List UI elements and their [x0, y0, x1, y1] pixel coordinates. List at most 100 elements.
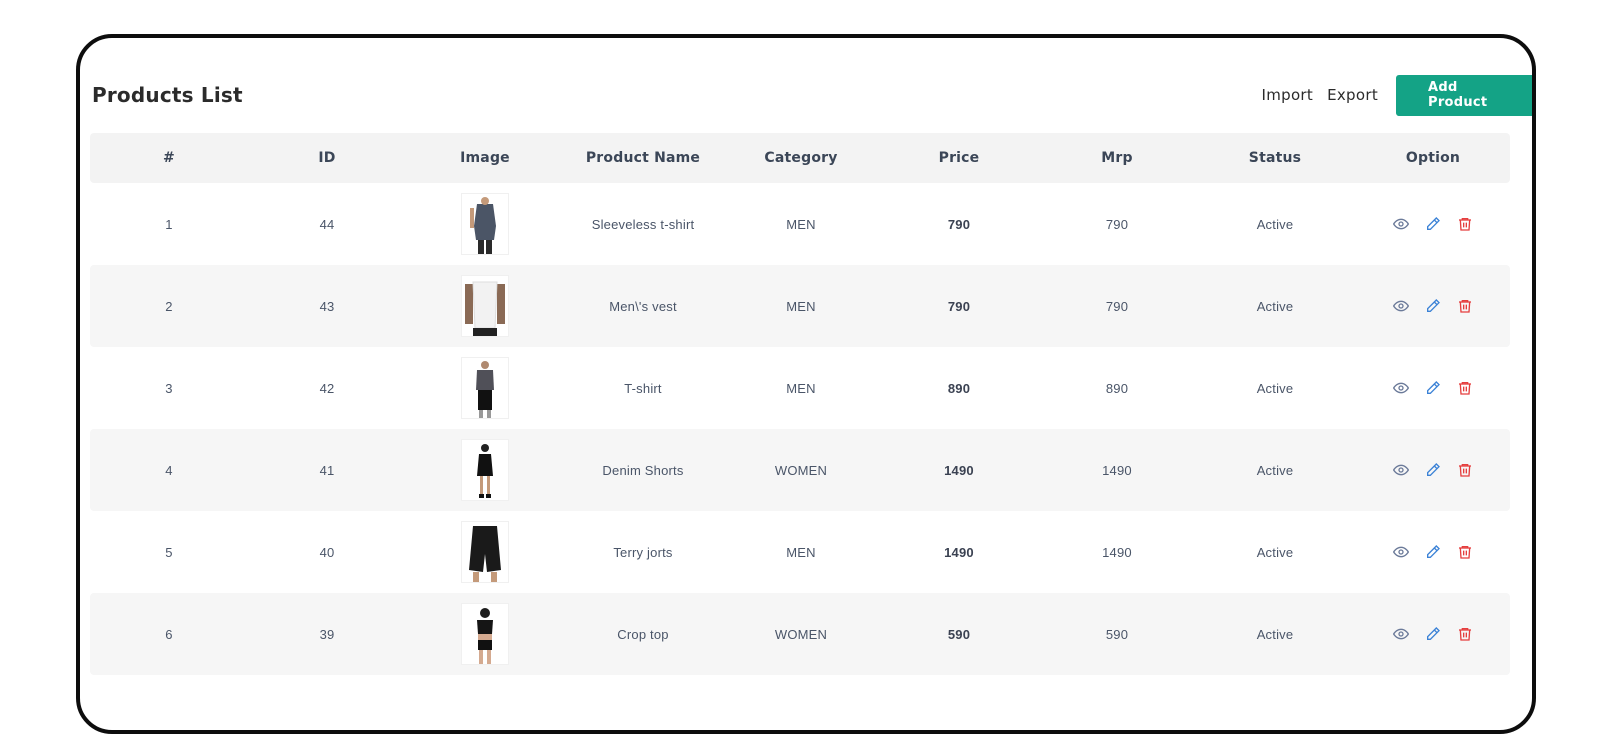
- page-title: Products List: [92, 83, 243, 107]
- pencil-icon[interactable]: [1423, 378, 1443, 398]
- product-name: T-shirt: [624, 380, 662, 396]
- product-mrp: 590: [1105, 626, 1129, 642]
- trash-icon[interactable]: [1455, 214, 1475, 234]
- product-category: MEN: [786, 544, 816, 560]
- header-actions: Import Export Add Product: [1262, 74, 1532, 116]
- product-status: Active: [1256, 462, 1294, 478]
- trash-icon[interactable]: [1455, 296, 1475, 316]
- product-mrp: 890: [1105, 380, 1129, 396]
- row-options: [1354, 542, 1512, 562]
- product-thumbnail[interactable]: [461, 275, 509, 337]
- trash-icon[interactable]: [1455, 624, 1475, 644]
- table-row: 3 42 T-shirt MEN 890 890 Active: [90, 347, 1510, 429]
- column-header-status: Status: [1248, 150, 1302, 166]
- product-image: [406, 275, 564, 337]
- product-category: WOMEN: [774, 462, 828, 478]
- import-button[interactable]: Import: [1262, 86, 1314, 104]
- product-category: MEN: [786, 380, 816, 396]
- product-thumbnail[interactable]: [461, 439, 509, 501]
- table-row: 2 43 Men\'s vest MEN 790 790 Active: [90, 265, 1510, 347]
- product-mrp: 790: [1105, 216, 1129, 232]
- row-options: [1354, 378, 1512, 398]
- pencil-icon[interactable]: [1423, 296, 1443, 316]
- row-number: 6: [165, 626, 173, 642]
- trash-icon[interactable]: [1455, 542, 1475, 562]
- product-name: Denim Shorts: [602, 462, 684, 478]
- table-body: 1 44 Sleeveless t-shirt MEN 790 790 Active 2 43 M…: [90, 183, 1510, 675]
- product-price: 890: [947, 380, 971, 396]
- product-status: Active: [1256, 380, 1294, 396]
- product-mrp: 790: [1105, 298, 1129, 314]
- product-id: 42: [319, 380, 335, 396]
- row-options: [1354, 624, 1512, 644]
- product-name: Men\'s vest: [609, 298, 677, 314]
- product-price: 790: [947, 216, 971, 232]
- eye-icon[interactable]: [1391, 542, 1411, 562]
- row-number: 4: [165, 462, 173, 478]
- product-image: [406, 193, 564, 255]
- product-id: 44: [319, 216, 335, 232]
- product-id: 39: [319, 626, 335, 642]
- pencil-icon[interactable]: [1423, 460, 1443, 480]
- column-header-price: Price: [938, 150, 980, 166]
- product-name: Sleeveless t-shirt: [591, 216, 695, 232]
- column-header-number: #: [163, 150, 175, 166]
- product-category: MEN: [786, 298, 816, 314]
- product-name: Crop top: [617, 626, 669, 642]
- products-table: # ID Image Product Name Category Price M…: [90, 133, 1510, 675]
- eye-icon[interactable]: [1391, 296, 1411, 316]
- product-mrp: 1490: [1102, 462, 1132, 478]
- screen: Products List Import Export Add Product …: [90, 38, 1532, 730]
- product-status: Active: [1256, 544, 1294, 560]
- product-image: [406, 603, 564, 665]
- table-row: 4 41 Denim Shorts WOMEN 1490 1490 Active: [90, 429, 1510, 511]
- column-header-id: ID: [318, 150, 336, 166]
- row-number: 2: [165, 298, 173, 314]
- product-price: 1490: [944, 544, 974, 560]
- eye-icon[interactable]: [1391, 624, 1411, 644]
- column-header-product-name: Product Name: [585, 150, 701, 166]
- device-frame: Products List Import Export Add Product …: [76, 34, 1536, 734]
- product-thumbnail[interactable]: [461, 357, 509, 419]
- eye-icon[interactable]: [1391, 460, 1411, 480]
- row-number: 1: [165, 216, 173, 232]
- product-category: WOMEN: [774, 626, 828, 642]
- product-name: Terry jorts: [613, 544, 673, 560]
- product-price: 790: [947, 298, 971, 314]
- product-thumbnail[interactable]: [461, 193, 509, 255]
- row-number: 5: [165, 544, 173, 560]
- table-row: 5 40 Terry jorts MEN 1490 1490 Active: [90, 511, 1510, 593]
- table-row: 6 39 Crop top WOMEN 590 590 Active: [90, 593, 1510, 675]
- product-status: Active: [1256, 216, 1294, 232]
- product-category: MEN: [786, 216, 816, 232]
- product-image: [406, 439, 564, 501]
- trash-icon[interactable]: [1455, 378, 1475, 398]
- column-header-option: Option: [1405, 150, 1461, 166]
- row-options: [1354, 460, 1512, 480]
- column-header-image: Image: [460, 150, 510, 166]
- product-id: 40: [319, 544, 335, 560]
- column-header-category: Category: [764, 150, 838, 166]
- product-price: 590: [947, 626, 971, 642]
- eye-icon[interactable]: [1391, 378, 1411, 398]
- product-thumbnail[interactable]: [461, 521, 509, 583]
- table-row: 1 44 Sleeveless t-shirt MEN 790 790 Active: [90, 183, 1510, 265]
- table-header-row: # ID Image Product Name Category Price M…: [90, 133, 1510, 183]
- row-options: [1354, 214, 1512, 234]
- export-button[interactable]: Export: [1327, 86, 1378, 104]
- row-number: 3: [165, 380, 173, 396]
- pencil-icon[interactable]: [1423, 624, 1443, 644]
- product-thumbnail[interactable]: [461, 603, 509, 665]
- eye-icon[interactable]: [1391, 214, 1411, 234]
- trash-icon[interactable]: [1455, 460, 1475, 480]
- pencil-icon[interactable]: [1423, 214, 1443, 234]
- pencil-icon[interactable]: [1423, 542, 1443, 562]
- product-price: 1490: [944, 462, 974, 478]
- row-options: [1354, 296, 1512, 316]
- product-image: [406, 521, 564, 583]
- product-id: 43: [319, 298, 335, 314]
- product-status: Active: [1256, 626, 1294, 642]
- add-product-button[interactable]: Add Product: [1396, 74, 1532, 116]
- column-header-mrp: Mrp: [1101, 150, 1133, 166]
- product-id: 41: [319, 462, 335, 478]
